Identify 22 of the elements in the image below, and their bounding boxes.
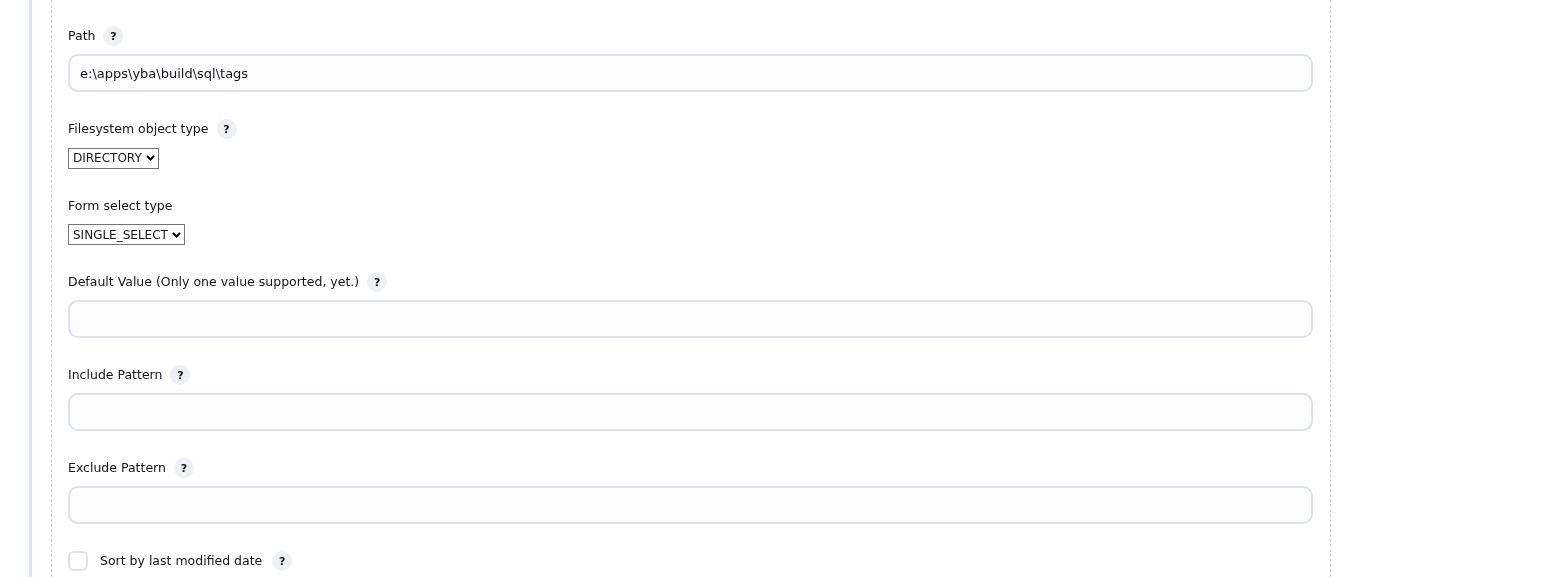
- field-label: Exclude Pattern: [68, 460, 166, 476]
- help-button[interactable]: ?: [103, 26, 124, 46]
- help-button[interactable]: ?: [173, 458, 194, 478]
- field-label: Form select type: [68, 197, 173, 214]
- field-label: Include Pattern: [68, 367, 163, 383]
- field-label: Filesystem object type: [68, 121, 209, 137]
- dropdown[interactable]: DIRECTORY: [68, 147, 159, 169]
- text-field[interactable]: [68, 300, 1313, 338]
- text-field[interactable]: e:\apps\yba\build\sql\tags: [68, 54, 1313, 92]
- checkbox-label: Sort by last modified date: [100, 553, 263, 569]
- help-button[interactable]: ?: [170, 365, 191, 385]
- field-label: Default Value (Only one value supported, yet.): [68, 274, 360, 290]
- chevron-down-icon: [171, 231, 181, 238]
- chevron-down-icon: [145, 155, 155, 161]
- text-field[interactable]: [68, 393, 1313, 431]
- help-button[interactable]: ?: [367, 272, 388, 292]
- help-button[interactable]: ?: [216, 119, 237, 139]
- dropdown[interactable]: SINGLE_SELECT: [68, 224, 185, 245]
- text-field[interactable]: [68, 486, 1313, 524]
- checkbox[interactable]: [68, 551, 88, 571]
- help-button[interactable]: ?: [272, 551, 293, 571]
- field-label: Path: [68, 28, 96, 44]
